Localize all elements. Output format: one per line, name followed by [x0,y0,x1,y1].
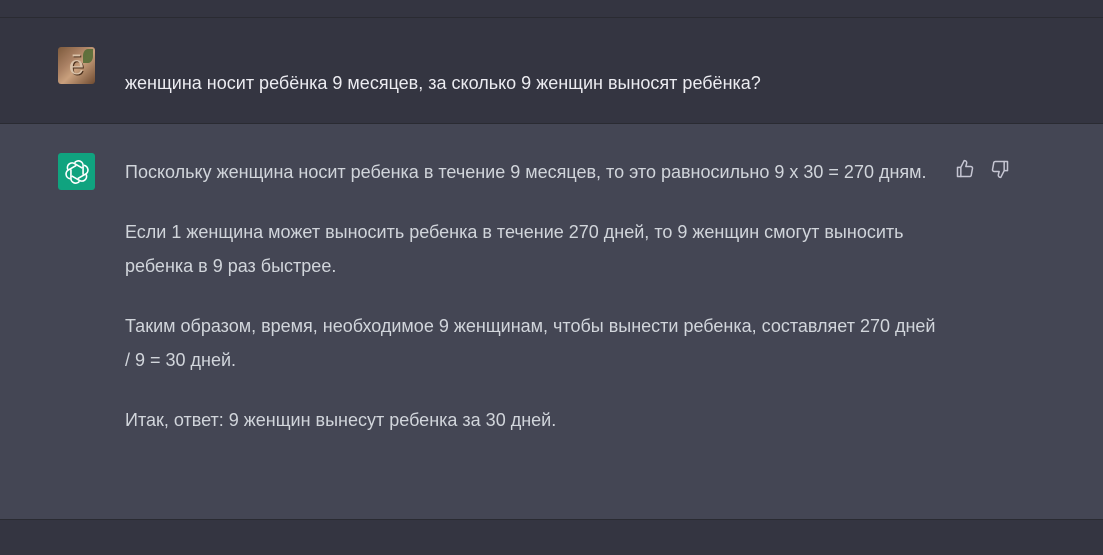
thumbs-down-icon[interactable] [989,158,1011,180]
answer-paragraph-1: Поскольку женщина носит ребенка в течени… [125,162,927,182]
avatar-glyph: ē [68,50,85,81]
answer-paragraph-3: Таким образом, время, необходимое 9 женщ… [125,316,936,370]
user-message-text: женщина носит ребёнка 9 месяцев, за скол… [125,73,761,93]
assistant-message-text: Поскольку женщина носит ребенка в течени… [125,155,940,463]
answer-paragraph-2: Если 1 женщина может выносить ребенка в … [125,222,904,276]
bottom-edge [0,520,1103,555]
answer-paragraph-4: Итак, ответ: 9 женщин вынесут ребенка за… [125,410,557,430]
user-avatar: ē [58,47,95,84]
thumbs-up-icon[interactable] [954,158,976,180]
user-message-row: ē женщина носит ребёнка 9 месяцев, за ск… [0,18,1103,124]
chat-page: ē женщина носит ребёнка 9 месяцев, за ск… [0,0,1103,555]
top-edge [0,0,1103,18]
chatgpt-logo-icon [58,153,95,190]
